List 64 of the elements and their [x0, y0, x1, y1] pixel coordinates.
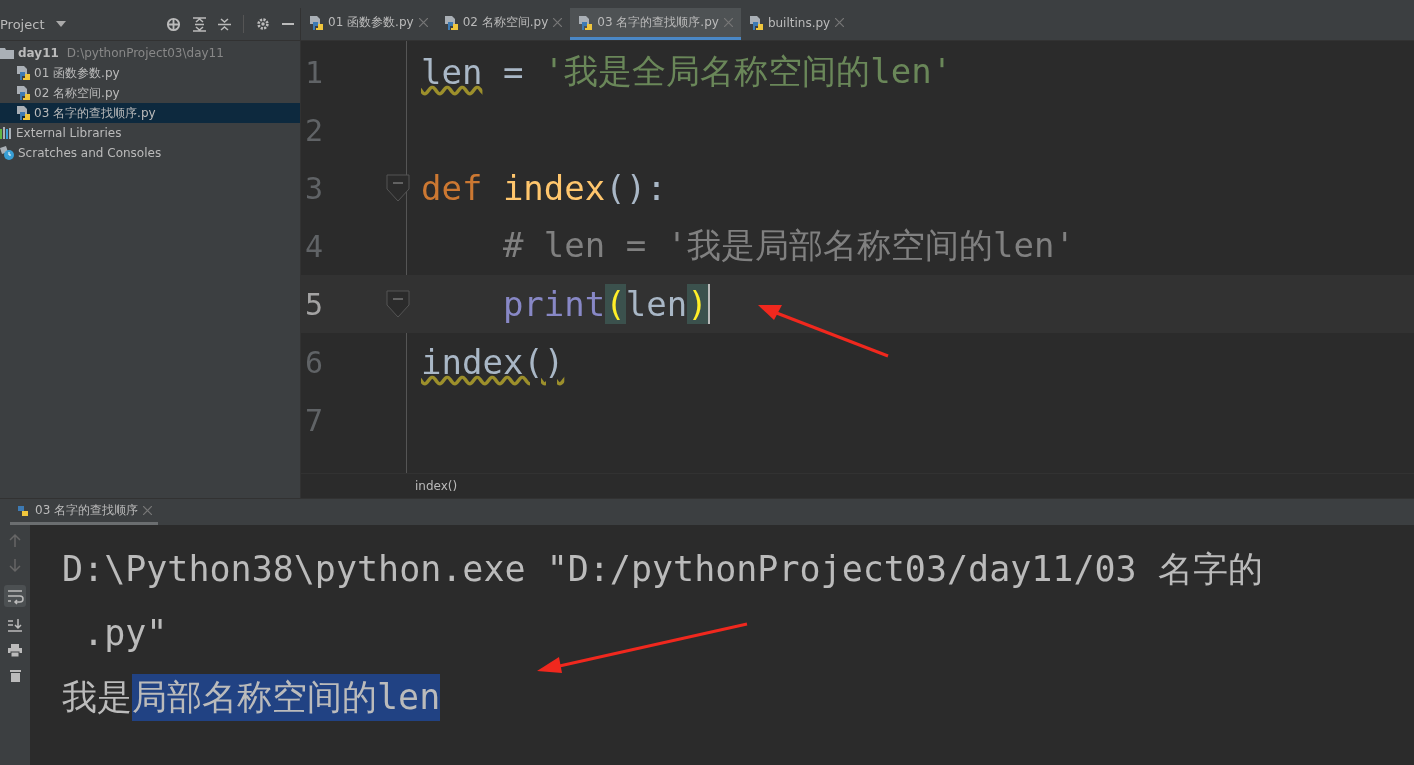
editor-tab[interactable]: 02 名称空间.py	[435, 8, 571, 40]
line-number: 7	[304, 402, 325, 438]
close-icon[interactable]	[835, 18, 845, 27]
line-number: 5	[304, 286, 325, 322]
console-output: 局部名称空间的len	[132, 673, 441, 721]
close-icon[interactable]	[143, 506, 153, 515]
panel-title[interactable]: Project	[0, 16, 45, 32]
line-number: 4	[304, 228, 325, 264]
tree-item[interactable]: day11 D:\pythonProject03\day11	[0, 43, 300, 63]
fold-marker-icon[interactable]	[386, 290, 410, 318]
editor-tab[interactable]: 03 名字的查找顺序.py	[570, 8, 741, 40]
scratch-icon	[0, 146, 14, 160]
tree-label: Scratches and Consoles	[18, 146, 162, 160]
close-icon[interactable]	[553, 18, 563, 27]
line-number: 1	[304, 54, 325, 90]
code-line: def index():	[421, 168, 667, 208]
up-arrow-icon[interactable]	[9, 533, 21, 547]
settings-icon[interactable]	[256, 17, 270, 31]
tree-label: day11	[18, 46, 59, 60]
console-output: 我是	[62, 675, 132, 719]
python-file-icon	[578, 15, 593, 30]
python-file-icon	[443, 15, 458, 30]
expand-all-icon[interactable]	[193, 16, 206, 32]
down-arrow-icon[interactable]	[9, 559, 21, 573]
python-file-icon	[16, 106, 30, 120]
tree-item[interactable]: 03 名字的查找顺序.py	[0, 103, 300, 123]
collapse-all-icon[interactable]	[218, 16, 231, 32]
scroll-to-end-icon[interactable]	[8, 619, 22, 632]
python-icon	[16, 503, 30, 518]
line-number: 3	[304, 170, 325, 206]
tree-item[interactable]: Scratches and Consoles	[0, 143, 300, 163]
tree-label: External Libraries	[16, 126, 122, 140]
tree-item[interactable]: 02 名称空间.py	[0, 83, 300, 103]
console-output: D:\Python38\python.exe "D:/pythonProject03/day11/03 名字的	[62, 547, 1263, 591]
console-output: .py"	[82, 613, 168, 653]
python-file-icon	[16, 66, 30, 80]
tree-label: 02 名称空间.py	[34, 84, 120, 102]
line-number: 6	[304, 344, 325, 380]
folder-path: D:\pythonProject03\day11	[66, 46, 224, 60]
code-line: index()	[421, 342, 565, 382]
locate-icon[interactable]	[166, 16, 181, 32]
python-file-icon	[309, 15, 323, 30]
python-file-icon	[16, 86, 30, 100]
tree-item[interactable]: External Libraries	[0, 123, 300, 143]
tree-item[interactable]: 01 函数参数.py	[0, 63, 300, 83]
trash-icon[interactable]	[9, 669, 21, 682]
print-icon[interactable]	[8, 644, 22, 657]
fold-marker-icon[interactable]	[386, 174, 410, 202]
line-number: 2	[304, 112, 325, 148]
code-line: len = '我是全局名称空间的len'	[421, 50, 953, 94]
editor-tab[interactable]: 01 函数参数.py	[301, 8, 436, 40]
tree-label: 01 函数参数.py	[34, 64, 120, 82]
tree-label: 03 名字的查找顺序.py	[34, 104, 156, 122]
caret-icon[interactable]	[56, 21, 67, 27]
library-icon	[0, 127, 12, 139]
folder-icon	[0, 47, 14, 59]
editor-tab[interactable]: builtins.py	[740, 8, 853, 40]
close-icon[interactable]	[418, 18, 428, 27]
close-icon[interactable]	[723, 18, 733, 27]
code-line: # len = '我是局部名称空间的len'	[501, 224, 1075, 267]
python-file-icon	[748, 15, 763, 30]
breadcrumb[interactable]: index()	[415, 479, 458, 493]
code-line: print(len)	[501, 284, 710, 324]
soft-wrap-icon[interactable]	[4, 585, 26, 607]
